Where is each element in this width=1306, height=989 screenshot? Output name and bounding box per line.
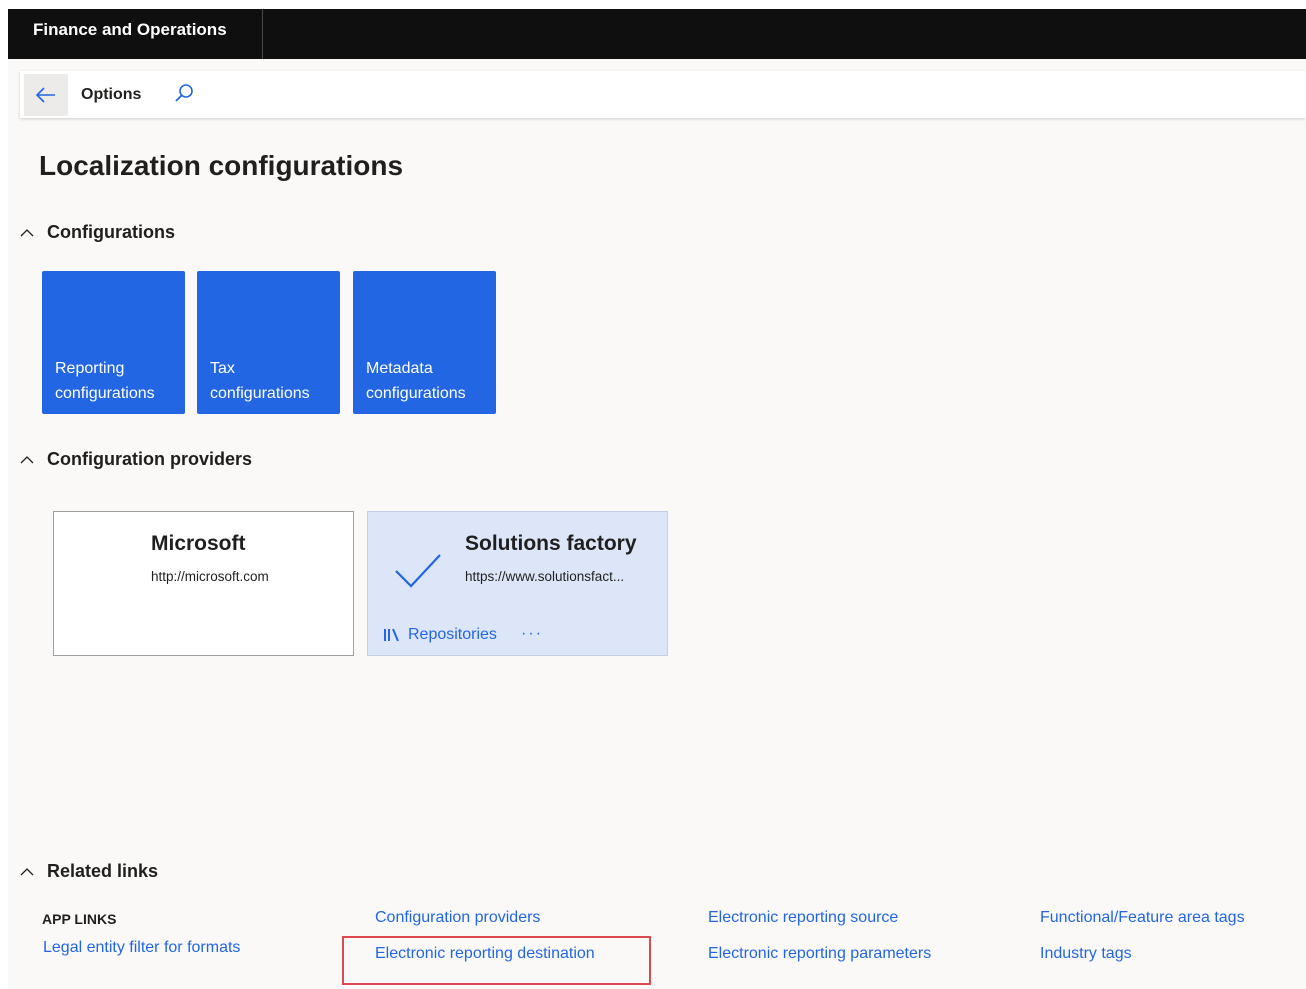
tile-tax-configurations[interactable]: Tax configurations <box>197 271 340 414</box>
app-links-header: APP LINKS <box>42 911 117 927</box>
page-title: Localization configurations <box>39 150 404 181</box>
provider-url: http://microsoft.com <box>151 569 269 584</box>
link-electronic-reporting-parameters[interactable]: Electronic reporting parameters <box>708 945 931 963</box>
app-frame: Finance and Operations Options Localizat… <box>8 9 1306 989</box>
chevron-up-icon <box>20 455 34 463</box>
checkmark-icon <box>395 554 441 588</box>
tile-metadata-configurations[interactable]: Metadata configurations <box>353 271 496 414</box>
more-options-button[interactable]: ··· <box>521 625 543 643</box>
tile-label: Reporting configurations <box>55 360 155 402</box>
provider-card-solutions-factory[interactable]: Solutions factory https://www.solutionsf… <box>367 511 668 656</box>
provider-name: Solutions factory <box>465 532 637 555</box>
app-title[interactable]: Finance and Operations <box>8 9 263 59</box>
link-industry-tags[interactable]: Industry tags <box>1040 945 1132 963</box>
tile-reporting-configurations[interactable]: Reporting configurations <box>42 271 185 414</box>
action-pane: Options <box>20 71 1306 118</box>
top-navigation-bar: Finance and Operations <box>8 9 1306 59</box>
chevron-up-icon <box>20 867 34 875</box>
search-button[interactable] <box>172 82 196 106</box>
section-header-configurations[interactable]: Configurations <box>20 222 175 243</box>
section-title: Configuration providers <box>47 449 253 469</box>
back-arrow-icon <box>36 87 55 103</box>
link-configuration-providers[interactable]: Configuration providers <box>375 909 540 927</box>
link-electronic-reporting-source[interactable]: Electronic reporting source <box>708 909 898 927</box>
link-legal-entity-filter[interactable]: Legal entity filter for formats <box>43 939 240 957</box>
repositories-label: Repositories <box>408 626 497 643</box>
library-icon <box>384 628 399 642</box>
provider-url: https://www.solutionsfact... <box>465 569 625 584</box>
provider-name: Microsoft <box>151 532 246 555</box>
back-button[interactable] <box>24 74 68 116</box>
repositories-button[interactable]: Repositories <box>383 626 497 644</box>
tile-label: Tax configurations <box>210 360 310 402</box>
highlight-annotation <box>342 936 651 985</box>
section-title: Related links <box>47 861 159 881</box>
provider-card-microsoft[interactable]: Microsoft http://microsoft.com <box>53 511 354 656</box>
search-icon <box>175 84 193 102</box>
section-title: Configurations <box>47 222 175 242</box>
section-header-configuration-providers[interactable]: Configuration providers <box>20 449 252 470</box>
options-menu[interactable]: Options <box>81 86 141 104</box>
chevron-up-icon <box>20 228 34 236</box>
section-header-related-links[interactable]: Related links <box>20 861 158 882</box>
tile-label: Metadata configurations <box>366 360 466 402</box>
link-functional-feature-area-tags[interactable]: Functional/Feature area tags <box>1040 909 1245 927</box>
